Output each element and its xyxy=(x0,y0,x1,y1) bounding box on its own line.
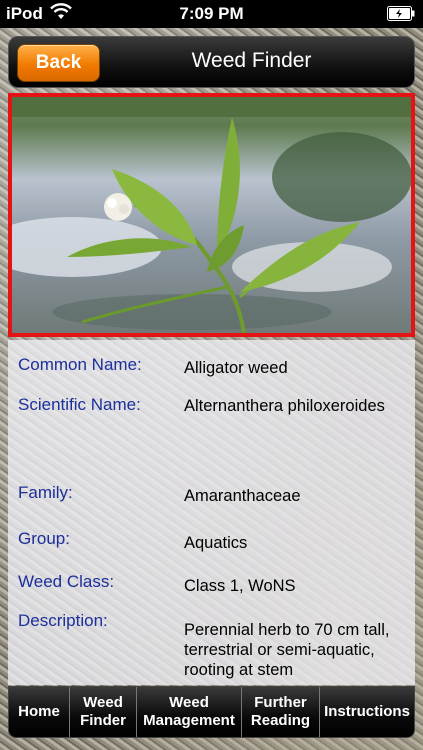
weed-class-label: Weed Class: xyxy=(18,572,115,591)
tab-home[interactable]: Home xyxy=(9,687,70,737)
tab-further-reading-line2: Reading xyxy=(250,712,311,729)
scientific-name-value: Alternanthera philoxeroides xyxy=(184,397,385,415)
tab-further-reading[interactable]: Further Reading xyxy=(242,687,320,737)
scientific-name-label: Scientific Name: xyxy=(18,395,141,414)
weed-details-panel: Common Name: Alligator weed Scientific N… xyxy=(8,340,415,685)
back-button[interactable]: Back xyxy=(17,44,100,82)
weed-class-value: Class 1, WoNS xyxy=(184,577,296,595)
group-value: Aquatics xyxy=(184,534,248,552)
status-bar: iPod 7:09 PM xyxy=(0,0,423,28)
tab-home-label: Home xyxy=(18,703,60,720)
tab-further-reading-line1: Further xyxy=(254,694,307,711)
tab-weed-finder-line2: Finder xyxy=(80,712,126,729)
weed-photo xyxy=(8,93,415,337)
tab-weed-management-line1: Weed xyxy=(169,694,209,711)
common-name-value: Alligator weed xyxy=(184,359,288,377)
tab-bar: Home Weed Finder Weed Management Further… xyxy=(8,686,415,738)
tab-further-reading-label: Further Reading xyxy=(251,694,310,730)
tab-instructions[interactable]: Instructions xyxy=(320,687,414,737)
clock-time: 7:09 PM xyxy=(179,4,244,23)
battery-charging-icon xyxy=(387,6,415,21)
tab-weed-management[interactable]: Weed Management xyxy=(137,687,242,737)
tab-instructions-label: Instructions xyxy=(324,703,410,720)
common-name-label: Common Name: xyxy=(18,355,142,374)
tab-weed-management-line2: Management xyxy=(143,712,235,729)
tab-weed-finder-label: Weed Finder xyxy=(80,694,126,730)
family-label: Family: xyxy=(18,483,73,502)
page-title: Weed Finder xyxy=(191,49,312,72)
description-value: Perennial herb to 70 cm tall, terrestria… xyxy=(184,621,390,679)
family-value: Amaranthaceae xyxy=(184,487,301,505)
tab-weed-finder-line1: Weed xyxy=(83,694,123,711)
tab-weed-management-label: Weed Management xyxy=(143,694,235,730)
tab-weed-finder[interactable]: Weed Finder xyxy=(70,687,137,737)
navigation-bar: Back Weed Finder xyxy=(8,36,415,88)
description-label: Description: xyxy=(18,611,108,630)
group-label: Group: xyxy=(18,529,70,548)
